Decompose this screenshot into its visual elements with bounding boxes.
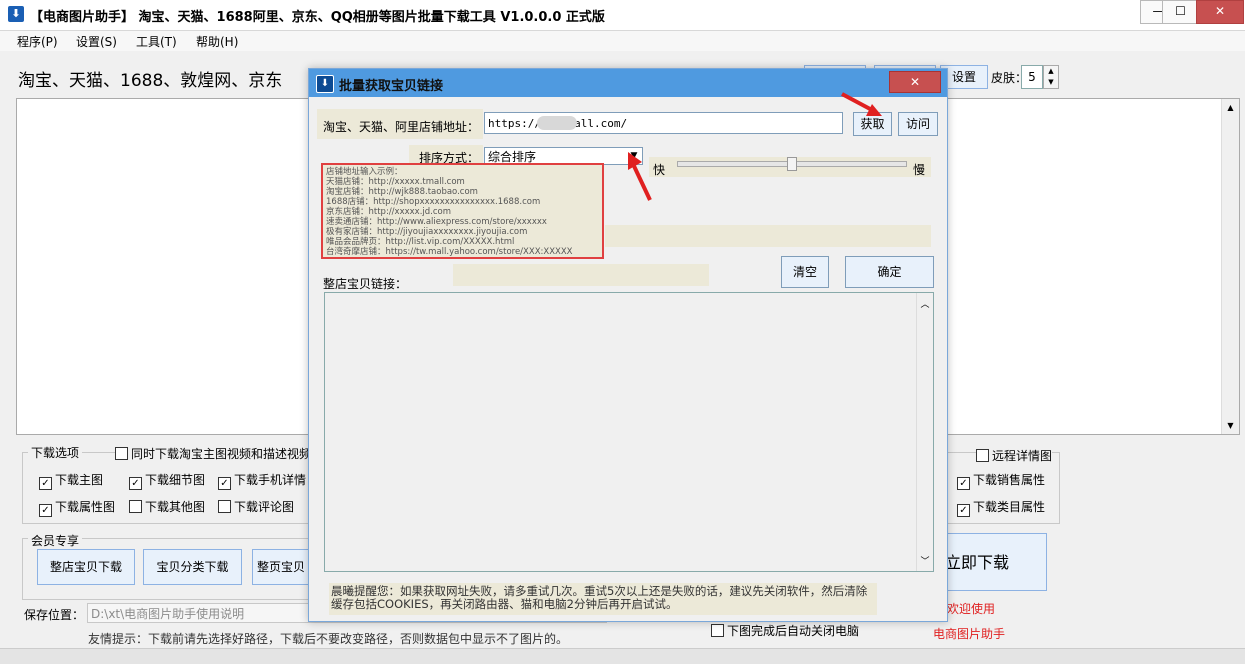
check-review-image-label: 下载评论图: [234, 500, 295, 514]
redaction-blur: [537, 116, 577, 130]
checkbox-box[interactable]: [218, 500, 231, 513]
check-attr-image[interactable]: ✓ 下载属性图: [39, 498, 115, 517]
ok-button[interactable]: 确定: [845, 256, 934, 288]
app-icon: ⬇: [8, 6, 24, 22]
chevron-down-icon[interactable]: ﹀: [917, 554, 933, 567]
example-line: 天猫店铺：http://xxxxx.tmall.com: [326, 177, 465, 187]
menu-tools[interactable]: 工具(T): [136, 33, 177, 50]
clear-button[interactable]: 清空: [781, 256, 829, 288]
example-line: 唯品会品牌页：http://list.vip.com/XXXXX.html: [326, 237, 515, 247]
checkmark-icon[interactable]: ✓: [218, 477, 231, 490]
check-mobile-detail[interactable]: ✓ 下载手机详情: [218, 471, 306, 490]
checkbox-box[interactable]: [976, 449, 989, 462]
check-category-attr-label: 下载类目属性: [973, 500, 1046, 514]
skin-spinner[interactable]: 5: [1021, 65, 1043, 89]
check-main-image-label: 下载主图: [55, 473, 104, 487]
close-button[interactable]: ✕: [1196, 0, 1244, 24]
example-line: 店铺地址输入示例：: [326, 167, 403, 177]
welcome-text: 欢迎使用: [947, 602, 996, 616]
sort-select-value: 综合排序: [488, 150, 537, 164]
checkbox-box[interactable]: [129, 500, 142, 513]
category-download-button[interactable]: 宝贝分类下载: [143, 549, 242, 585]
example-line: 淘宝店铺：http://wjk888.taobao.com: [326, 187, 478, 197]
check-mobile-detail-label: 下载手机详情: [234, 473, 307, 487]
arrow-icon: [628, 152, 652, 201]
example-line: 速卖通店铺：http://www.aliexpress.com/store/xx…: [326, 217, 547, 227]
spinner-arrows-icon[interactable]: ▲ ▼: [1043, 65, 1059, 89]
visit-button[interactable]: 访问: [898, 112, 938, 136]
tip-text: 友情提示：下载前请先选择好路径，下载后不要改变路径，否则数据包中显示不了图片的。: [88, 632, 569, 646]
video-checkbox[interactable]: 同时下载淘宝主图视频和描述视频: [115, 445, 312, 462]
check-detail-image[interactable]: ✓ 下载细节图: [129, 471, 205, 490]
scroll-up-icon[interactable]: ▲: [1222, 103, 1239, 112]
whole-shop-download-button[interactable]: 整店宝贝下载: [37, 549, 135, 585]
scroll-down-icon[interactable]: ▼: [1222, 421, 1239, 430]
download-options-label: 下载选项: [28, 444, 83, 461]
dialog-title: 批量获取宝贝链接: [339, 79, 444, 94]
menu-program[interactable]: 程序(P): [17, 33, 58, 50]
beige-bg: [605, 225, 931, 247]
notice-text: 晨曦提醒您：如果获取网址失败，请多重试几次。重试5次以上还是失败的话，建议先关闭…: [331, 584, 868, 611]
save-location-label: 保存位置：: [24, 608, 85, 622]
chevron-up-icon[interactable]: ︿: [917, 297, 933, 310]
video-checkbox-label: 同时下载淘宝主图视频和描述视频: [131, 447, 312, 461]
url-examples-box: 店铺地址输入示例： 天猫店铺：http://xxxxx.tmall.com 淘宝…: [321, 163, 604, 259]
check-remote-detail[interactable]: 远程详情图: [976, 447, 1053, 464]
title-bar: ⬇ 【电商图片助手】 淘宝、天猫、1688阿里、京东、QQ相册等图片批量下载工具…: [0, 0, 1245, 31]
window-title: 【电商图片助手】 淘宝、天猫、1688阿里、京东、QQ相册等图片批量下载工具 V…: [30, 10, 605, 25]
example-line: 京东店铺：http://xxxxx.jd.com: [326, 207, 452, 217]
check-attr-image-label: 下载属性图: [55, 500, 116, 514]
check-sales-attr[interactable]: ✓ 下载销售属性: [957, 471, 1045, 490]
example-line: 台湾奇摩店铺：https://tw.mall.yahoo.com/store/X…: [326, 247, 573, 257]
checkmark-icon[interactable]: ✓: [39, 504, 52, 517]
beige-bg: [453, 264, 709, 286]
arrow-icon: [841, 92, 882, 116]
checkbox-box[interactable]: [711, 624, 724, 637]
page-download-button[interactable]: 整页宝贝: [252, 549, 310, 585]
check-category-attr[interactable]: ✓ 下载类目属性: [957, 498, 1045, 517]
auto-shutdown-checkbox[interactable]: 下图完成后自动关闭电脑: [711, 622, 877, 639]
checkmark-icon[interactable]: ✓: [39, 477, 52, 490]
example-line: 极有家店铺：http://jiyoujiaxxxxxxxx.jiyoujia.c…: [326, 227, 528, 237]
example-line: 1688店铺：http://shopxxxxxxxxxxxxxxx.1688.c…: [326, 197, 541, 207]
menu-bar: 程序(P) 设置(S) 工具(T) 帮助(H): [0, 31, 1245, 51]
brand-link[interactable]: 电商图片助手: [933, 625, 1005, 642]
check-sales-attr-label: 下载销售属性: [973, 473, 1046, 487]
shop-url-label: 淘宝、天猫、阿里店铺地址：: [323, 120, 480, 134]
check-detail-image-label: 下载细节图: [145, 473, 206, 487]
checkmark-icon[interactable]: ✓: [957, 504, 970, 517]
speed-slow-label: 慢: [913, 163, 926, 177]
checkmark-icon[interactable]: ✓: [129, 477, 142, 490]
checkbox-box[interactable]: [115, 447, 128, 460]
shop-links-textarea[interactable]: ︿ ﹀: [324, 292, 934, 572]
banner-text: 淘宝、天猫、1688、敦煌网、京东: [18, 71, 283, 91]
status-bar: [0, 648, 1245, 664]
download-icon: ⬇: [316, 75, 334, 93]
dialog-close-button[interactable]: ✕: [889, 71, 941, 93]
check-other-image[interactable]: 下载其他图: [129, 498, 205, 515]
links-scrollbar[interactable]: ︿ ﹀: [916, 293, 933, 571]
maximize-button[interactable]: ☐: [1162, 0, 1199, 24]
check-main-image[interactable]: ✓ 下载主图: [39, 471, 103, 490]
check-review-image[interactable]: 下载评论图: [218, 498, 294, 515]
main-scrollbar[interactable]: ▲ ▼: [1221, 99, 1239, 434]
speed-slider-thumb[interactable]: [787, 157, 797, 171]
member-group-label: 会员专享: [28, 532, 83, 549]
checkmark-icon[interactable]: ✓: [957, 477, 970, 490]
menu-help[interactable]: 帮助(H): [196, 33, 238, 50]
check-remote-detail-label: 远程详情图: [992, 449, 1053, 463]
auto-shutdown-label: 下图完成后自动关闭电脑: [727, 624, 860, 638]
check-other-image-label: 下载其他图: [145, 500, 206, 514]
shop-links-label: 整店宝贝链接：: [323, 277, 408, 291]
menu-settings[interactable]: 设置(S): [76, 33, 117, 50]
